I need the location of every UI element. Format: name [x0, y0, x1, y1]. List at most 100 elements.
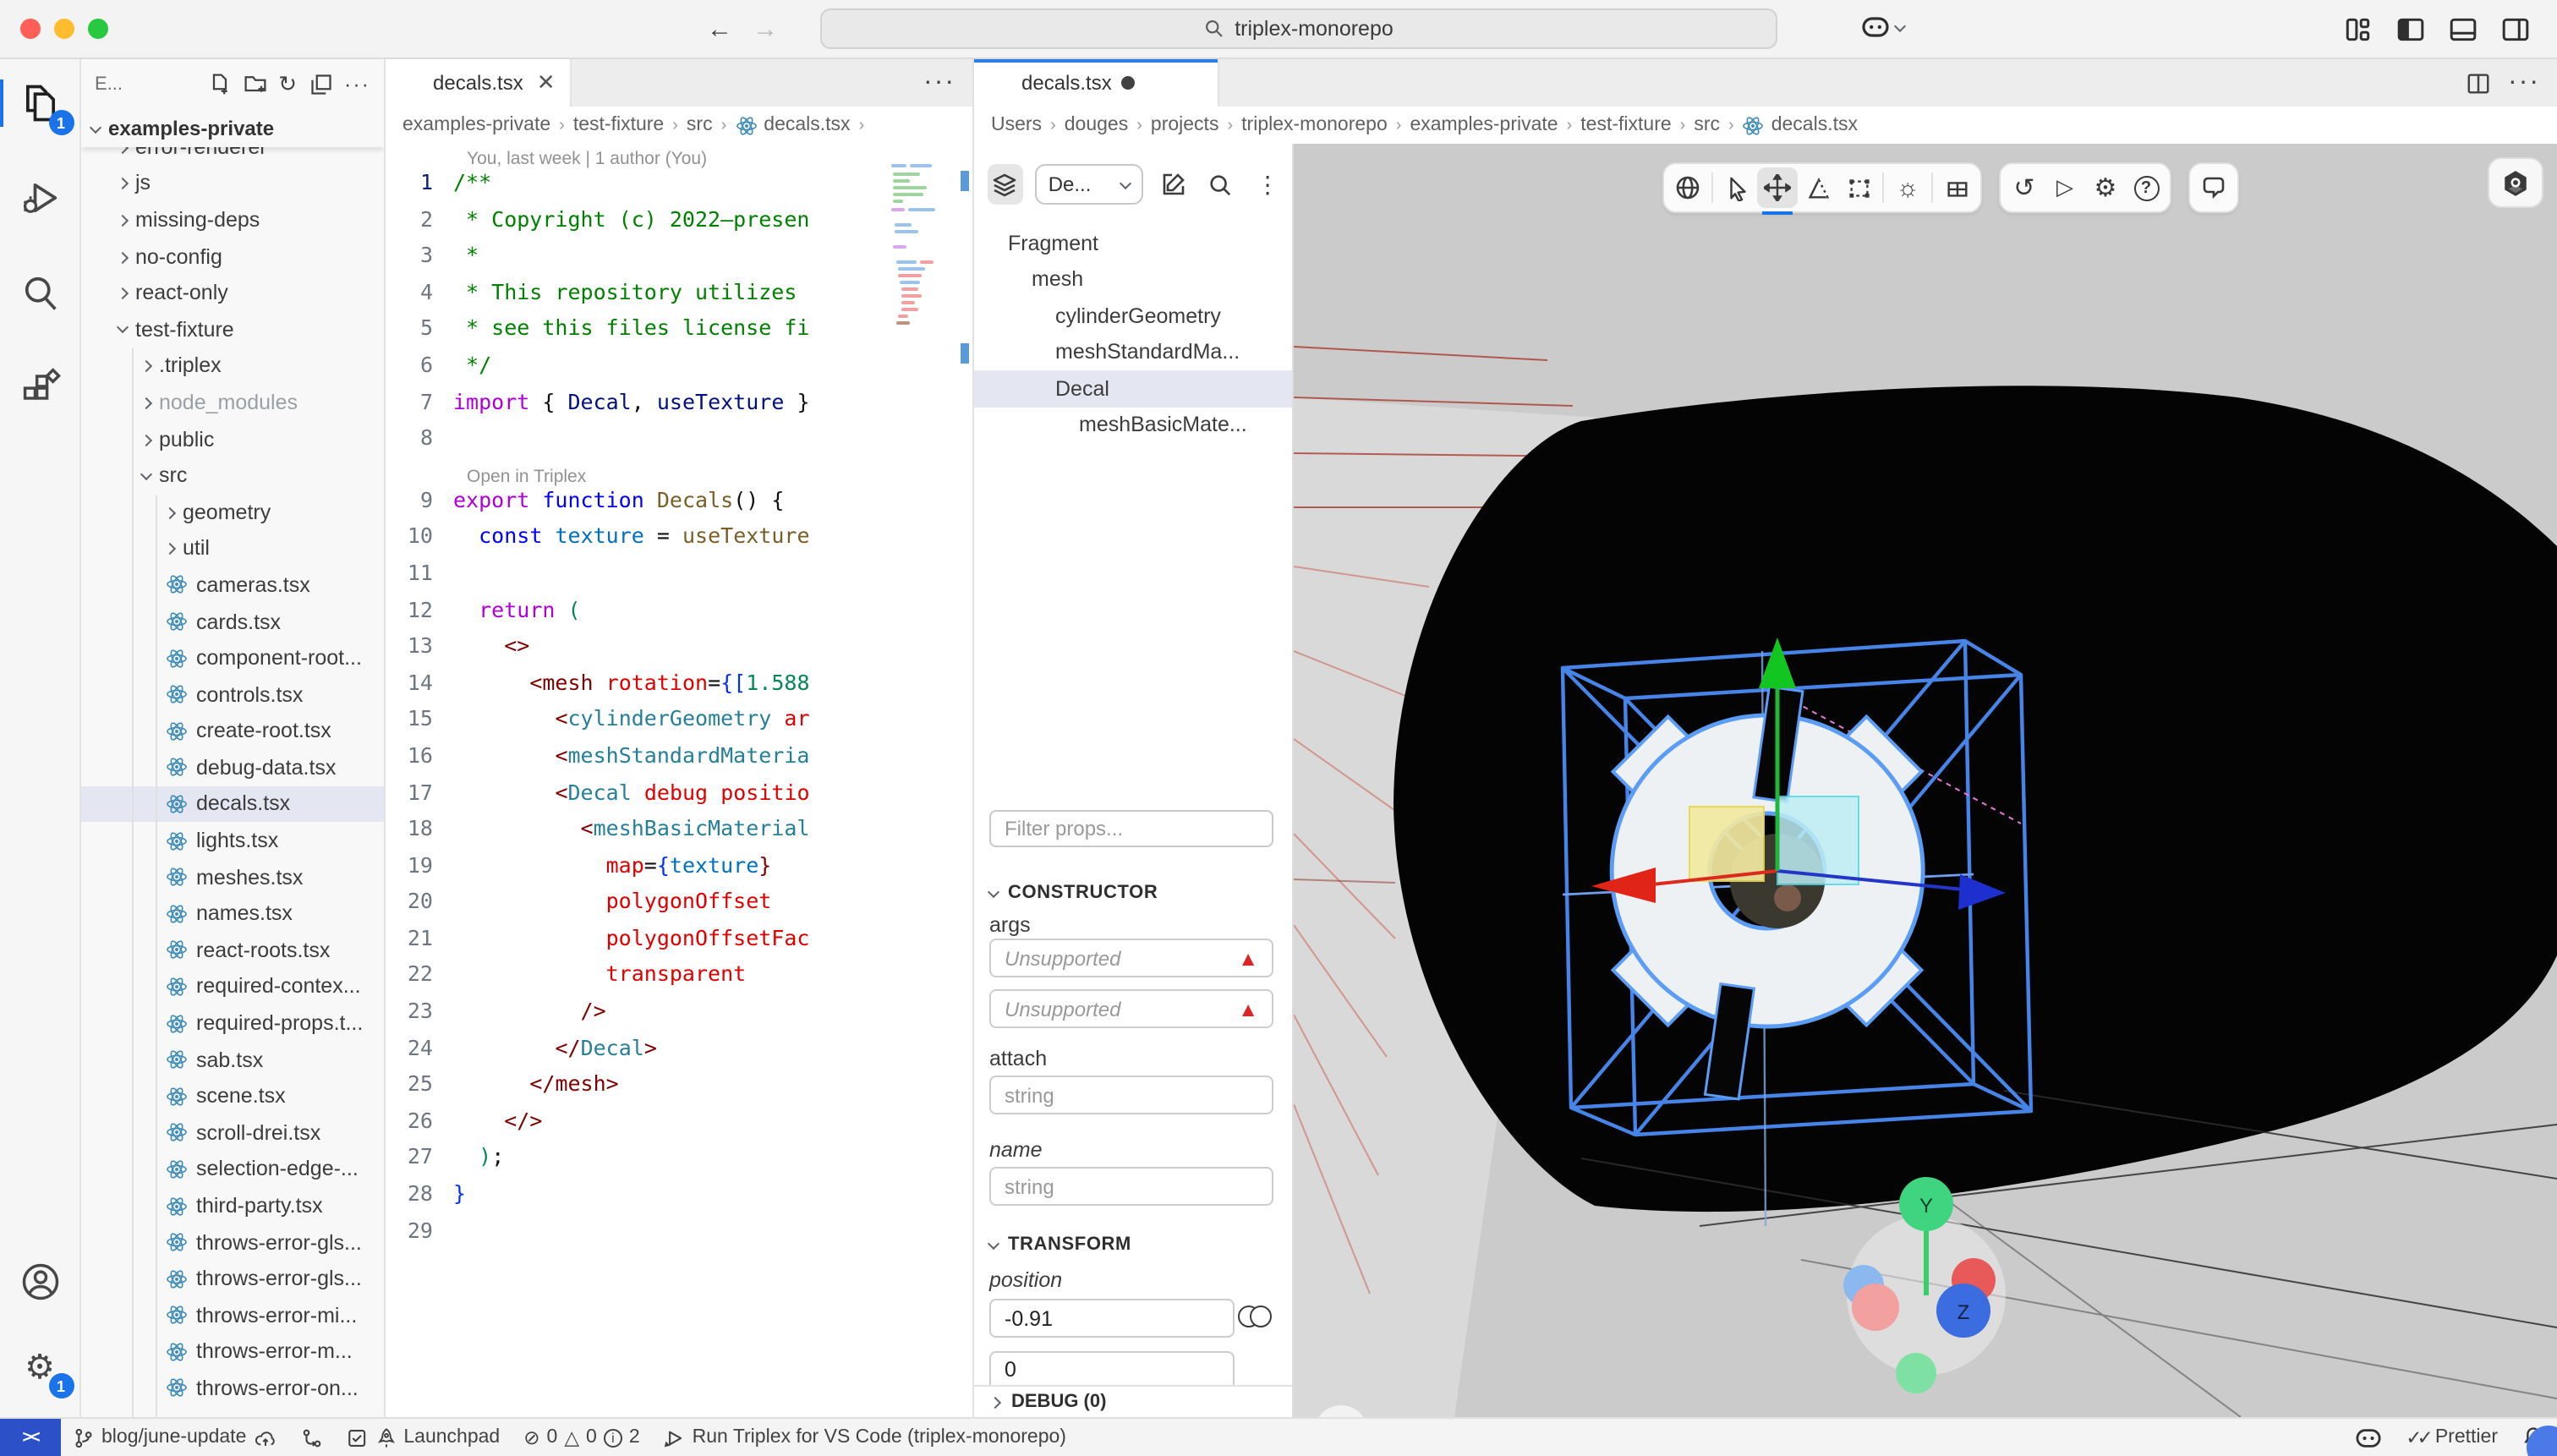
tree-item-util[interactable]: util [81, 530, 384, 567]
edit-component-button[interactable] [1156, 164, 1191, 205]
tree-item-react-only[interactable]: react-only [81, 275, 384, 311]
settings-button[interactable]: ⚙ 1 [13, 1339, 67, 1393]
formatter-item[interactable]: ✓✓ Prettier [2394, 1426, 2510, 1449]
code-line-17[interactable]: 17 <Decal debug positio [386, 779, 972, 815]
breadcrumb-item[interactable]: decals.tsx [1771, 115, 1858, 135]
codelens[interactable]: Open in Triplex [386, 462, 972, 487]
toggle-secondary-sidebar-button[interactable] [2496, 10, 2533, 47]
code-line-8[interactable]: 8 [386, 424, 972, 461]
tree-item-meshes.tsx[interactable]: meshes.tsx [81, 859, 384, 895]
code-line-10[interactable]: 10 const texture = useTexture [386, 523, 972, 560]
git-actions-item[interactable] [288, 1419, 334, 1456]
grid-button[interactable] [1936, 167, 1977, 208]
code-line-1[interactable]: 1/** [386, 169, 972, 205]
tree-item-public[interactable]: public [81, 421, 384, 457]
codelens[interactable]: You, last week | 1 author (You) [386, 144, 972, 169]
code-line-16[interactable]: 16 <meshStandardMateria [386, 742, 972, 779]
code-line-19[interactable]: 19 map={texture} [386, 851, 972, 888]
breadcrumb-item[interactable]: src [1694, 115, 1720, 135]
debug-section-header[interactable]: DEBUG (0) [974, 1385, 1292, 1417]
filter-props-input[interactable]: Filter props... [989, 810, 1273, 847]
breadcrumb-item[interactable]: src [687, 115, 713, 135]
feedback-button[interactable] [2193, 167, 2234, 208]
tree-item-sab.tsx[interactable]: sab.tsx [81, 1042, 384, 1078]
activity-extensions-button[interactable] [13, 360, 67, 414]
launchpad-item[interactable]: Launchpad [334, 1419, 512, 1456]
tree-item-third-party.tsx[interactable]: third-party.tsx [81, 1187, 384, 1223]
remote-indicator[interactable]: >< [0, 1419, 61, 1456]
code-line-14[interactable]: 14 <mesh rotation={[1.588 [386, 669, 972, 705]
code-line-5[interactable]: 5 * see this files license fi [386, 315, 972, 352]
scene-element-meshStandardMa-[interactable]: meshStandardMa... [974, 334, 1292, 370]
zoom-window-button[interactable] [88, 19, 108, 39]
minimap[interactable] [888, 161, 952, 414]
breadcrumb-item[interactable]: examples-private [402, 115, 550, 135]
tree-item-cards.tsx[interactable]: cards.tsx [81, 603, 384, 639]
tab-bar-more-button[interactable]: ··· [923, 68, 972, 98]
transform-section-header[interactable]: TRANSFORM [989, 1234, 1131, 1255]
run-triplex-item[interactable]: Run Triplex for VS Code (triplex-monorep… [652, 1419, 1078, 1456]
tree-item-react-roots.tsx[interactable]: react-roots.tsx [81, 932, 384, 968]
refresh-button[interactable]: ↻ [278, 71, 297, 98]
modified-dot-icon[interactable] [1122, 76, 1136, 90]
code-line-20[interactable]: 20 polygonOffset [386, 889, 972, 925]
code-line-24[interactable]: 24 </Decal> [386, 1034, 972, 1070]
tree-item-required-contex...[interactable]: required-contex... [81, 968, 384, 1004]
translate-tool-button[interactable] [1757, 167, 1798, 208]
collapse-folders-button[interactable] [309, 73, 332, 96]
select-tool-button[interactable] [1717, 167, 1757, 208]
editor-more-actions-button[interactable]: ··· [2508, 68, 2540, 98]
split-editor-button[interactable] [2466, 70, 2491, 96]
breadcrumb-item[interactable]: examples-private [1410, 115, 1558, 135]
activity-search-button[interactable] [13, 265, 67, 320]
tree-item-required-props.t...[interactable]: required-props.t... [81, 1005, 384, 1042]
help-button[interactable]: ? [2126, 167, 2166, 208]
code-line-22[interactable]: 22 transparent [386, 961, 972, 998]
tree-item-throws-error-mi...[interactable]: throws-error-mi... [81, 1297, 384, 1333]
code-line-9[interactable]: 9export function Decals() { [386, 487, 972, 523]
code-line-13[interactable]: 13 <> [386, 632, 972, 669]
code-editor[interactable]: You, last week | 1 author (You)1/**2 * C… [386, 144, 972, 1417]
breadcrumb[interactable]: Users›douges›projects›triplex-monorepo›e… [974, 107, 2557, 144]
position-y-input[interactable]: 0 [989, 1351, 1235, 1387]
close-tab-icon[interactable]: ✕ [537, 69, 556, 96]
code-line-23[interactable]: 23 /> [386, 998, 972, 1034]
tree-item-throws-error-gls...[interactable]: throws-error-gls... [81, 1224, 384, 1261]
new-file-button[interactable] [207, 73, 231, 96]
viewport-settings-button[interactable]: ⚙ [2085, 167, 2126, 208]
tree-item-throws-error-m...[interactable]: throws-error-m... [81, 1333, 384, 1370]
tab-decals-triplex[interactable]: decals.tsx [974, 59, 1219, 107]
tree-item-throws-error-gls...[interactable]: throws-error-gls... [81, 1261, 384, 1297]
tree-item-node-modules[interactable]: node_modules [81, 384, 384, 420]
tree-item-create-root.tsx[interactable]: create-root.tsx [81, 713, 384, 749]
tree-item-cameras.tsx[interactable]: cameras.tsx [81, 567, 384, 603]
scene-search-button[interactable] [1203, 164, 1239, 205]
tree-item-decals.tsx[interactable]: decals.tsx [81, 785, 384, 822]
code-line-12[interactable]: 12 return ( [386, 596, 972, 632]
code-line-2[interactable]: 2 * Copyright (c) 2022–presen [386, 205, 972, 242]
tree-item-missing-deps[interactable]: missing-deps [81, 201, 384, 238]
tree-item-controls.tsx[interactable]: controls.tsx [81, 676, 384, 713]
code-line-3[interactable]: 3 * [386, 242, 972, 278]
tree-item-throws-error-on...[interactable]: throws-error-on... [81, 1370, 384, 1406]
rotate-tool-button[interactable] [1798, 167, 1838, 208]
lighting-button[interactable]: ☼ [1887, 167, 1928, 208]
new-folder-button[interactable] [243, 73, 266, 96]
tree-item-test-fixture[interactable]: test-fixture [81, 311, 384, 348]
explorer-more-actions-button[interactable]: ··· [344, 73, 370, 96]
tree-item-lights.tsx[interactable]: lights.tsx [81, 823, 384, 859]
command-center-search[interactable]: triplex-monorepo [820, 8, 1777, 49]
code-line-7[interactable]: 7import { Decal, useTexture } [386, 388, 972, 424]
name-input[interactable]: string [989, 1167, 1273, 1206]
code-line-25[interactable]: 25 </mesh> [386, 1071, 972, 1108]
breadcrumb-item[interactable]: douges [1065, 115, 1128, 135]
scene-element-Fragment[interactable]: Fragment [974, 225, 1292, 261]
code-line-6[interactable]: 6 */ [386, 352, 972, 388]
scene-element-Decal[interactable]: Decal [974, 370, 1292, 407]
tree-item-src[interactable]: src [81, 457, 384, 494]
scene-more-button[interactable]: ⋮ [1250, 164, 1285, 205]
breadcrumb-item[interactable]: decals.tsx [764, 115, 850, 135]
breadcrumb-item[interactable]: test-fixture [573, 115, 664, 135]
breadcrumb-item[interactable]: projects [1151, 115, 1219, 135]
position-link-toggle[interactable] [1238, 1305, 1275, 1329]
